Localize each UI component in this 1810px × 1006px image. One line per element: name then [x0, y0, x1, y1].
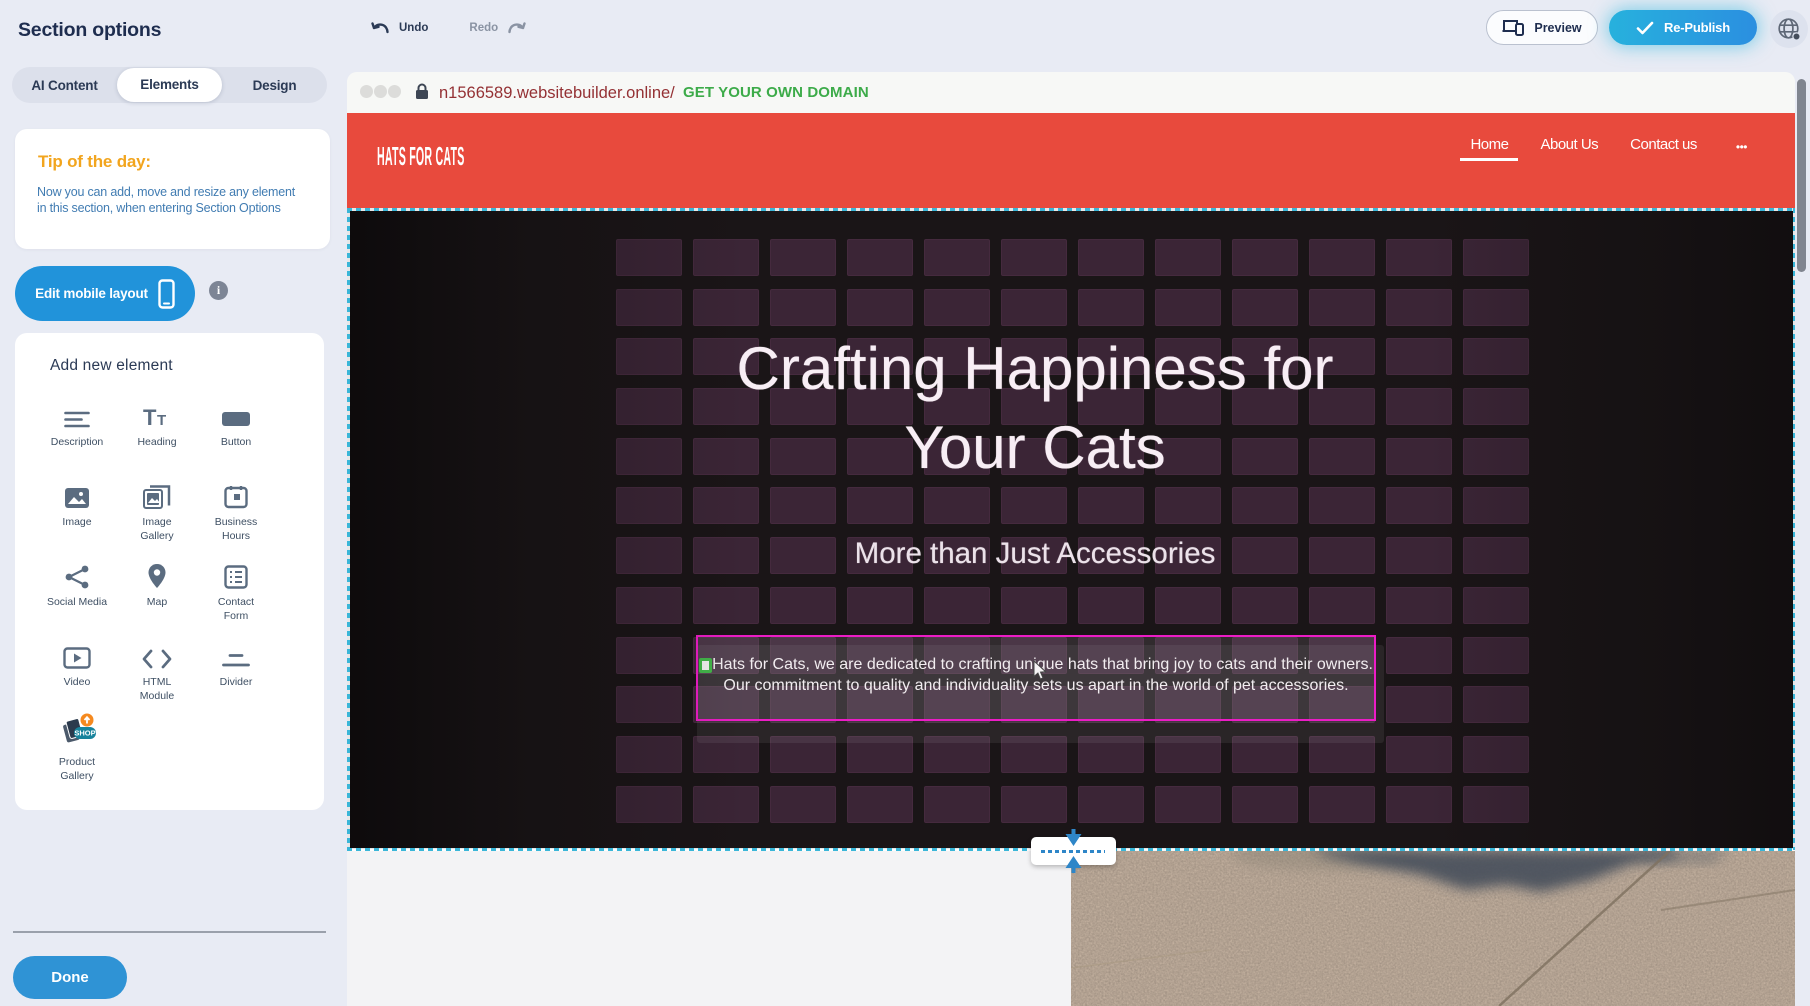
svg-text:T: T: [143, 407, 157, 429]
svg-text:SHOP: SHOP: [74, 729, 95, 738]
svg-text:T: T: [157, 412, 166, 429]
